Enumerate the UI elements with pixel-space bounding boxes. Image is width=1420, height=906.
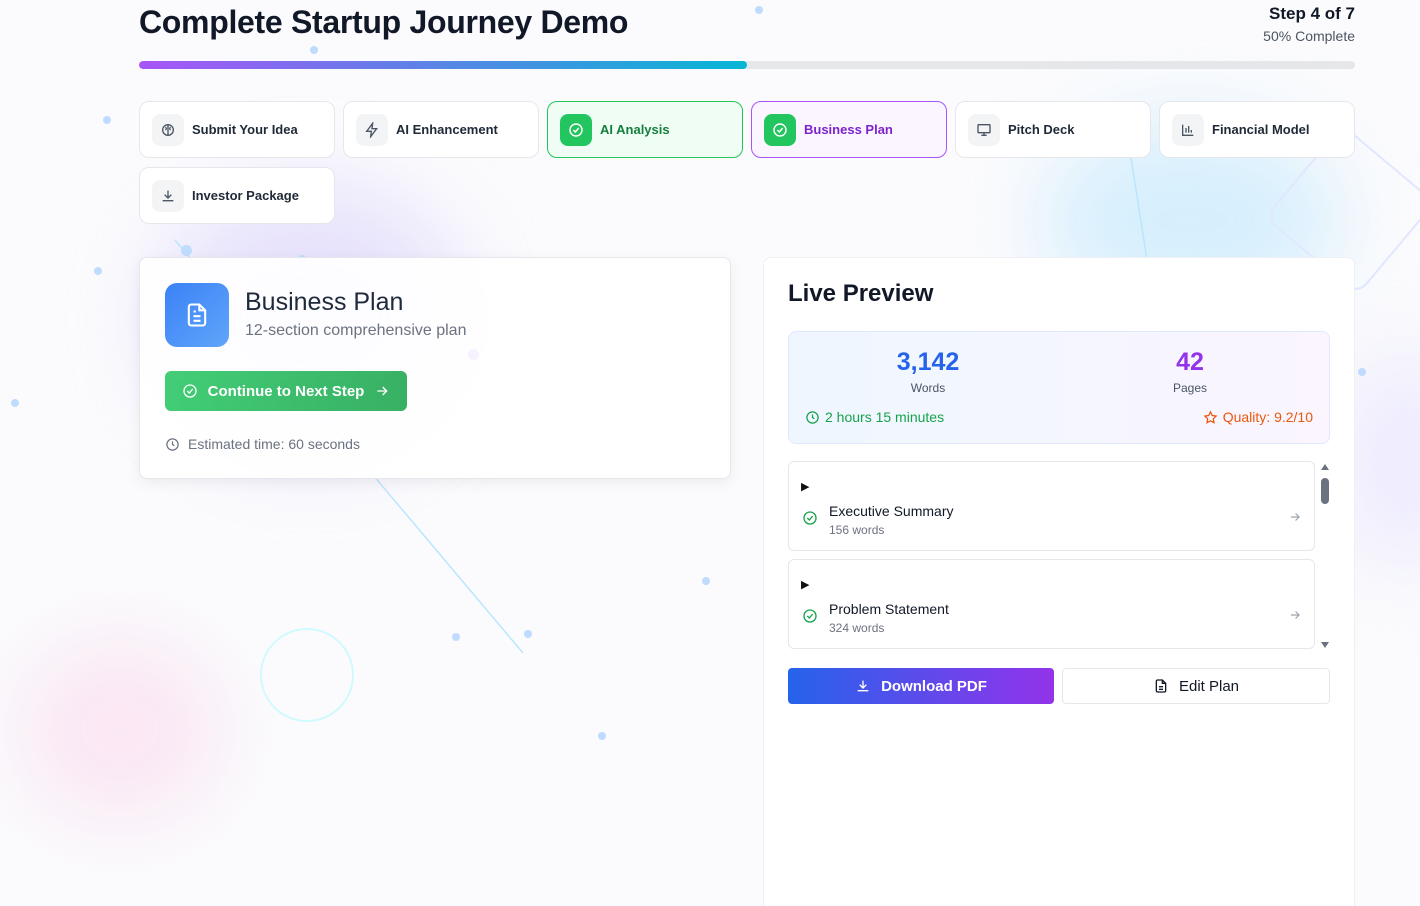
step-label: Investor Package — [192, 188, 299, 203]
expand-triangle-icon[interactable]: ▶ — [801, 578, 809, 591]
step-indicator: Step 4 of 7 50% Complete — [1263, 4, 1355, 44]
scroll-down-arrow[interactable] — [1321, 642, 1329, 648]
check-circle-icon — [182, 384, 197, 398]
brain-icon — [152, 113, 184, 146]
step-submit-idea[interactable]: Submit Your Idea — [139, 101, 335, 158]
check-circle-icon — [803, 511, 817, 525]
estimated-time: Estimated time: 60 seconds — [165, 436, 360, 452]
percent-complete: 50% Complete — [1263, 28, 1355, 44]
sections-scrollbar[interactable] — [1319, 461, 1331, 651]
section-word-count: 324 words — [829, 621, 885, 635]
step-ai-analysis[interactable]: AI Analysis — [547, 101, 743, 158]
live-preview-title: Live Preview — [788, 280, 934, 307]
quality-text: Quality: 9.2/10 — [1222, 409, 1313, 425]
section-word-count: 156 words — [829, 523, 885, 537]
arrow-right-icon[interactable] — [1288, 608, 1302, 622]
document-icon — [1155, 679, 1167, 693]
step-business-plan[interactable]: Business Plan — [751, 101, 947, 158]
zap-icon — [356, 113, 388, 146]
step-financial-model[interactable]: Financial Model — [1159, 101, 1355, 158]
step-label: Business Plan — [804, 122, 893, 137]
read-time: 2 hours 15 minutes — [805, 409, 944, 425]
check-circle-icon — [803, 609, 817, 623]
continue-button[interactable]: Continue to Next Step — [165, 371, 407, 411]
step-ai-enhancement[interactable]: AI Enhancement — [343, 101, 539, 158]
step-pitch-deck[interactable]: Pitch Deck — [955, 101, 1151, 158]
plan-sections-list[interactable]: ▶ Executive Summary 156 words ▶ Problem … — [788, 461, 1333, 651]
arrow-right-icon — [377, 386, 388, 396]
scroll-up-arrow[interactable] — [1321, 464, 1329, 470]
scroll-thumb[interactable] — [1321, 478, 1329, 504]
page-count-label: Pages — [1172, 381, 1208, 395]
section-name: Problem Statement — [829, 601, 949, 617]
live-preview-panel: Live Preview 3,142 Words 42 Pages 2 hour… — [763, 257, 1355, 906]
download-icon — [152, 179, 184, 212]
presentation-icon — [968, 113, 1000, 146]
step-label: AI Enhancement — [396, 122, 498, 137]
step-investor-package[interactable]: Investor Package — [139, 167, 335, 224]
download-label: Download PDF — [881, 677, 987, 695]
word-count-value: 3,142 — [896, 348, 960, 376]
step-label: Pitch Deck — [1008, 122, 1075, 137]
step-label: Financial Model — [1212, 122, 1310, 137]
progress-fill — [139, 61, 747, 69]
clock-icon — [806, 410, 819, 424]
download-pdf-button[interactable]: Download PDF — [788, 668, 1054, 704]
list-item[interactable]: ▶ Executive Summary 156 words — [788, 461, 1315, 551]
current-step-title: Business Plan — [245, 288, 404, 316]
word-count-label: Words — [910, 381, 946, 395]
list-item[interactable]: ▶ Problem Statement 324 words — [788, 559, 1315, 649]
preview-stats: 3,142 Words 42 Pages 2 hours 15 minutes … — [788, 331, 1330, 444]
page-title: Complete Startup Journey Demo — [139, 4, 629, 40]
bar-chart-icon — [1172, 113, 1204, 146]
page-count-value: 42 — [1176, 348, 1204, 376]
edit-plan-button[interactable]: Edit Plan — [1062, 668, 1330, 704]
arrow-right-icon[interactable] — [1288, 510, 1302, 524]
estimated-time-text: Estimated time: 60 seconds — [188, 436, 360, 452]
check-circle-icon — [764, 113, 796, 146]
section-name: Executive Summary — [829, 503, 954, 519]
edit-label: Edit Plan — [1178, 677, 1240, 695]
quality-score: Quality: 9.2/10 — [1203, 409, 1313, 425]
current-step-subtitle: 12-section comprehensive plan — [245, 322, 467, 339]
step-label: AI Analysis — [600, 122, 670, 137]
current-step-card: Business Plan 12-section comprehensive p… — [139, 257, 731, 479]
page-header: Complete Startup Journey Demo Step 4 of … — [139, 0, 1355, 70]
step-label: Submit Your Idea — [192, 122, 298, 137]
step-counter: Step 4 of 7 — [1269, 4, 1355, 23]
check-circle-icon — [560, 113, 592, 146]
read-time-text: 2 hours 15 minutes — [825, 409, 945, 425]
document-icon — [165, 283, 229, 347]
download-icon — [857, 680, 869, 692]
continue-label: Continue to Next Step — [207, 382, 365, 400]
clock-icon — [166, 437, 179, 451]
progress-bar — [139, 61, 1355, 69]
star-icon — [1203, 409, 1218, 424]
expand-triangle-icon[interactable]: ▶ — [801, 480, 809, 493]
